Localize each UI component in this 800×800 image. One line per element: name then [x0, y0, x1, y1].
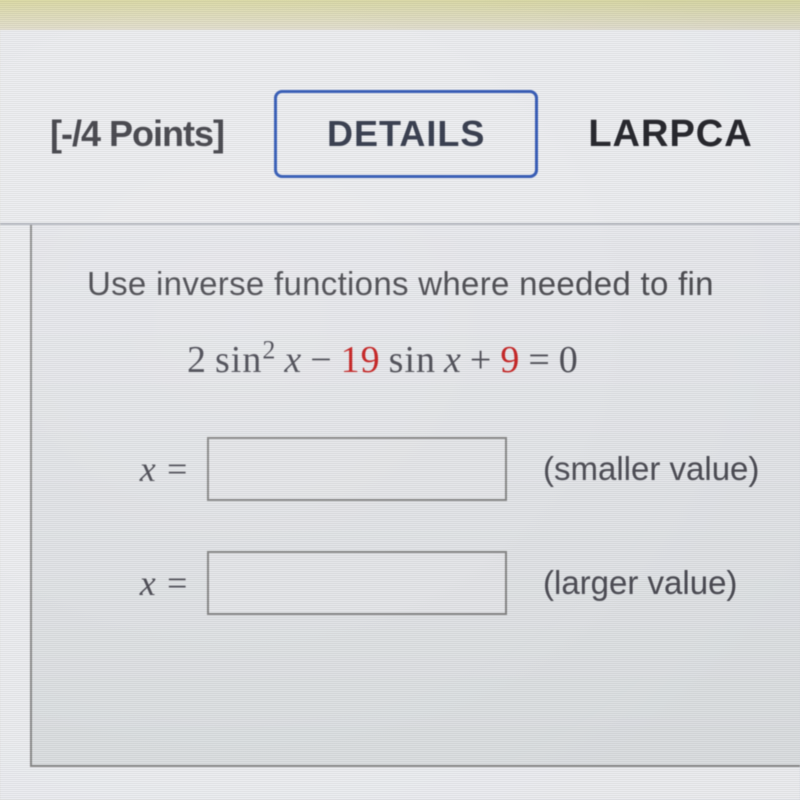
points-label: [-/4 Points] [50, 113, 224, 155]
equation-display: 2 sin2 x − 19 sin x + 9 = 0 [187, 338, 770, 382]
answer-row-larger: x = (larger value) [119, 551, 770, 615]
x-equals-label-2: x = [119, 562, 189, 604]
eq-rhs-0: 0 [559, 338, 579, 382]
eq-sin: sin [389, 338, 436, 382]
eq-plus: + [470, 338, 492, 382]
bottom-spacer [87, 665, 770, 725]
eq-coef-19: 19 [341, 338, 381, 382]
eq-coef-2: 2 [187, 338, 207, 382]
eq-var-x-1: x [284, 338, 302, 382]
details-button[interactable]: DETAILS [274, 90, 538, 178]
eq-coef-9: 9 [500, 338, 520, 382]
answer-row-smaller: x = (smaller value) [119, 437, 770, 501]
header-divider [0, 223, 800, 225]
smaller-value-label: (smaller value) [543, 450, 759, 488]
question-header: [-/4 Points] DETAILS LARPCA [0, 30, 800, 223]
larger-value-input[interactable] [207, 551, 507, 615]
source-label: LARPCA [588, 113, 752, 156]
question-body: Use inverse functions where needed to fi… [30, 225, 800, 767]
eq-equals: = [528, 338, 550, 382]
x-equals-label-1: x = [119, 448, 189, 490]
eq-var-x-2: x [444, 338, 462, 382]
larger-value-label: (larger value) [543, 564, 737, 602]
smaller-value-input[interactable] [207, 437, 507, 501]
eq-minus: − [310, 338, 332, 382]
page-top-edge [0, 0, 800, 30]
question-card: [-/4 Points] DETAILS LARPCA Use inverse … [0, 30, 800, 800]
instruction-text: Use inverse functions where needed to fi… [87, 265, 770, 303]
eq-sin-squared: sin2 [215, 338, 276, 382]
